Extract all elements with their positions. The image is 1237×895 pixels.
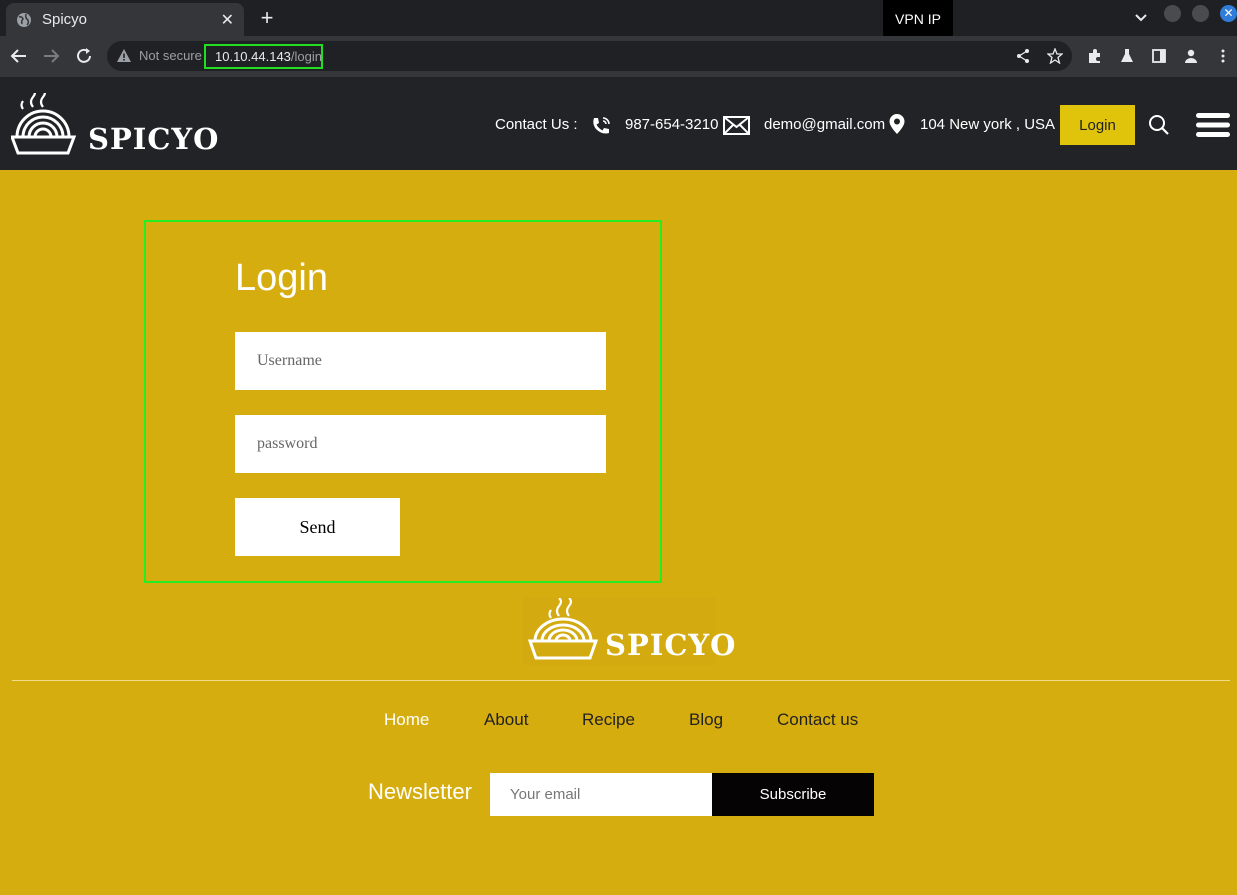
minimize-button[interactable] — [1164, 5, 1181, 22]
send-button[interactable]: Send — [235, 498, 400, 556]
profile-icon[interactable] — [1183, 48, 1199, 64]
contact-label: Contact Us : — [495, 116, 578, 133]
share-icon[interactable] — [1015, 48, 1031, 64]
footer-bowl-logo-icon[interactable] — [527, 598, 607, 662]
security-status: Not secure — [139, 48, 202, 63]
reload-icon[interactable] — [74, 46, 94, 66]
vpn-ip-label: VPN IP — [883, 0, 953, 38]
footer-nav-recipe[interactable]: Recipe — [582, 710, 635, 730]
newsletter-label: Newsletter — [368, 779, 472, 804]
footer-brand-name[interactable]: SPICYO — [605, 628, 736, 662]
phone-icon — [593, 117, 610, 134]
sidepanel-icon[interactable] — [1151, 48, 1167, 64]
location-pin-icon — [889, 114, 905, 134]
hamburger-menu-icon[interactable] — [1196, 112, 1230, 138]
search-icon[interactable] — [1148, 114, 1170, 136]
email-address: demo@gmail.com — [764, 116, 886, 133]
phone-number: 987-654-3210 — [625, 116, 719, 133]
subscribe-button[interactable]: Subscribe — [712, 773, 874, 816]
warning-icon[interactable] — [116, 48, 132, 64]
globe-icon — [17, 12, 31, 27]
login-form-highlight — [144, 220, 662, 583]
footer-nav-contact[interactable]: Contact us — [777, 710, 858, 730]
new-tab-button[interactable]: + — [256, 6, 278, 30]
window-close-button[interactable]: ✕ — [1220, 5, 1237, 22]
maximize-button[interactable] — [1192, 5, 1209, 22]
forward-arrow-icon[interactable] — [41, 46, 61, 66]
footer-nav-blog[interactable]: Blog — [689, 710, 723, 730]
username-input[interactable] — [235, 332, 606, 390]
footer-divider — [12, 680, 1230, 681]
footer-nav-home[interactable]: Home — [384, 710, 429, 730]
flask-icon[interactable] — [1119, 48, 1135, 64]
footer-nav-about[interactable]: About — [484, 710, 528, 730]
chevron-down-icon[interactable] — [1132, 8, 1150, 26]
password-input[interactable] — [235, 415, 606, 473]
mail-icon — [723, 116, 750, 135]
star-icon[interactable] — [1047, 48, 1063, 64]
tab-close-icon[interactable]: ✕ — [221, 10, 234, 30]
newsletter-email-input[interactable] — [490, 773, 712, 816]
header-login-button[interactable]: Login — [1060, 105, 1135, 145]
kebab-menu-icon[interactable] — [1215, 48, 1231, 64]
url-host: 10.10.44.143 — [215, 49, 291, 64]
url-path: /login — [290, 49, 322, 64]
extensions-icon[interactable] — [1087, 48, 1103, 64]
login-title: Login — [235, 257, 328, 299]
brand-name[interactable]: SPICYO — [88, 122, 219, 156]
address-text: 104 New york , USA — [920, 116, 1056, 133]
browser-tab-bar: Spicyo ✕ + VPN IP ✕ — [0, 0, 1237, 38]
tab-title: Spicyo — [42, 11, 88, 28]
url-text[interactable]: 10.10.44.143/login — [204, 44, 323, 69]
back-arrow-icon[interactable] — [9, 46, 29, 66]
browser-tab[interactable]: Spicyo ✕ — [6, 3, 244, 36]
